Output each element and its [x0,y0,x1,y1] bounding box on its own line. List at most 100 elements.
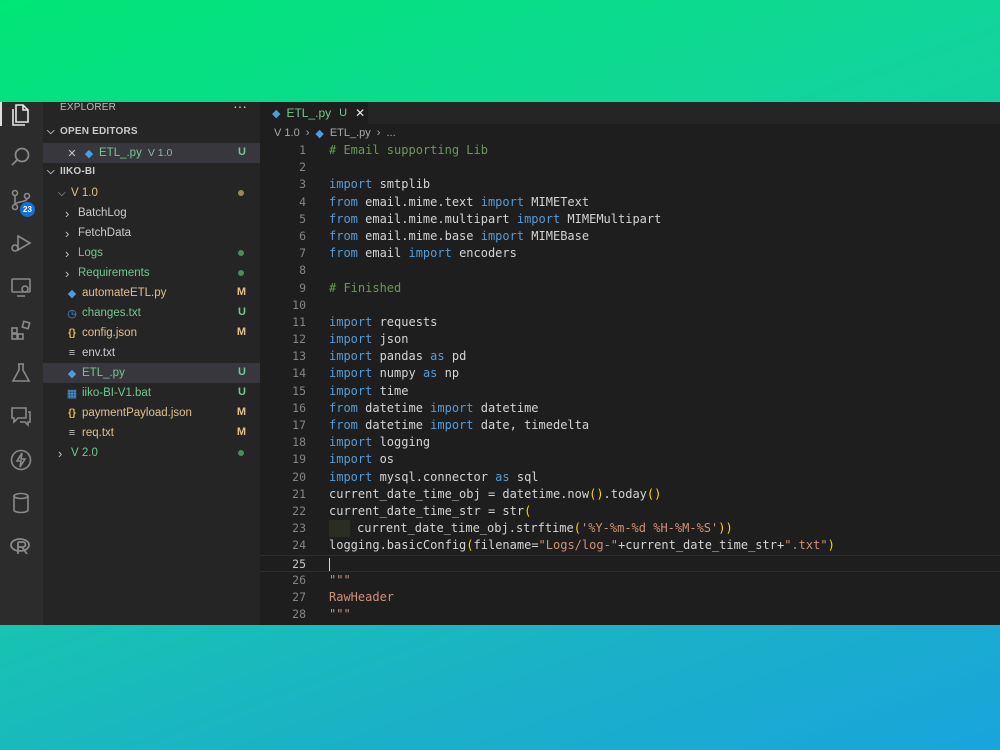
testing-icon[interactable] [8,360,34,386]
open-editor-folder: V 1.0 [147,147,173,159]
git-status: M [236,426,246,438]
tree-folder[interactable]: › Logs [43,243,260,263]
open-editor-item[interactable]: ✕ ◆ ETL_.py V 1.0 U [43,143,260,163]
line-number: 24 [292,538,306,553]
r-icon[interactable] [8,533,34,559]
breadcrumb-file[interactable]: ETL_.py [330,127,371,139]
line-number: 9 [299,280,306,295]
close-icon[interactable]: ✕ [65,147,79,160]
chevron-right-icon: › [65,205,70,221]
git-status-dot [238,190,244,196]
tree-item-label: changes.txt [82,307,141,319]
code-line: 23 current_date_time_obj.strftime('%Y-%m-… [260,520,1000,538]
code-line: 22 current_date_time_str = str( [260,503,1000,520]
tree-item-label: config.json [82,327,137,339]
tree-item-label: FetchData [78,227,132,239]
code-line: 28 """ [260,606,1000,623]
run-debug-icon[interactable] [8,230,34,256]
git-status-dot [238,450,244,456]
tree-file[interactable]: {} paymentPayload.json M [43,403,260,423]
tree-file[interactable]: ◷ changes.txt U [43,303,260,323]
tree-folder[interactable]: › Requirements [43,263,260,283]
code-text: """ [329,607,351,622]
active-indicator [0,102,2,126]
code-line: 11 import requests [260,314,1000,331]
code-line: 13 import pandas as pd [260,348,1000,365]
code-text: import numpy as np [329,366,460,381]
tab-status: U [339,107,348,119]
tree-item-label: Logs [78,247,103,259]
tree-folder[interactable]: › FetchData [43,223,260,243]
line-number: 23 [292,521,306,536]
code-line: 9 # Finished [260,280,1000,297]
code-line: 16 from datetime import datetime [260,400,1000,417]
code-text: current_date_time_obj = datetime.now().t… [329,486,662,501]
breadcrumb-symbol[interactable]: ... [386,127,395,139]
code-text: """ [329,572,351,587]
code-text: from email.mime.text import MIMEText [329,194,590,209]
chevron-down-icon: ⌵ [47,126,55,137]
code-line: 20 import mysql.connector as sql [260,469,1000,486]
open-editors-section[interactable]: ⌵ OPEN EDITORS [47,126,138,137]
tree-folder[interactable]: › V 2.0 [43,443,260,463]
code-line: 1 # Email supporting Lib [260,142,1000,159]
tree-item-label: ETL_.py [82,367,125,379]
extensions-icon[interactable] [8,317,34,343]
code-text: from email.mime.base import MIMEBase [329,228,590,243]
code-line: 3 import smtplib [260,176,1000,193]
tree-folder[interactable]: › BatchLog [43,203,260,223]
line-number: 8 [299,263,306,278]
breadcrumb-folder[interactable]: V 1.0 [274,127,300,139]
tree-item-label: V 1.0 [71,187,98,199]
tree-file[interactable]: ◆ ETL_.py U [43,363,260,383]
code-text: # Finished [329,280,402,295]
tree-file[interactable]: ▦ iiko-BI-V1.bat U [43,383,260,403]
scm-badge: 23 [20,202,35,217]
git-status: U [238,306,246,318]
code-text: import logging [329,435,431,450]
tree-item-label: BatchLog [78,207,127,219]
code-line: 4 from email.mime.text import MIMEText [260,194,1000,211]
code-text: # Email supporting Lib [329,143,488,157]
tree-item-label: V 2.0 [71,447,98,459]
code-line: 2 [260,159,1000,176]
text-file-icon: ◷ [67,307,77,320]
line-number: 13 [292,349,306,364]
code-line: 6 from email.mime.base import MIMEBase [260,228,1000,245]
explorer-menu-button[interactable]: ··· [233,102,247,114]
comments-icon[interactable] [8,403,34,429]
tab-etl[interactable]: ◆ ETL_.py U ✕ [260,102,368,124]
breadcrumb: V 1.0 › ◆ ETL_.py › ... [274,125,396,141]
workspace-section[interactable]: ⌵ IIKO-BI [47,166,95,177]
tab-label: ETL_.py [286,106,332,120]
line-number: 7 [299,246,306,261]
indent-guide [329,520,350,538]
tab-bar: ◆ ETL_.py U ✕ [260,102,1000,124]
code-text: current_date_time_obj.strftime('%Y-%m-%d… [329,520,733,538]
tree-file[interactable]: ≡ env.txt [43,343,260,363]
tree-file[interactable]: ◆ automateETL.py M [43,283,260,303]
code-line: 25 [260,554,1000,572]
chevron-down-icon: ⌵ [58,187,66,199]
tree-file[interactable]: {} config.json M [43,323,260,343]
git-status-dot [238,250,244,256]
line-number: 5 [299,211,306,226]
search-icon[interactable] [8,144,34,170]
code-text: import mysql.connector as sql [329,469,539,484]
tree-file[interactable]: ≡ req.txt M [43,423,260,443]
code-editor[interactable]: 1 # Email supporting Lib 2 3 import smtplib 4… [260,142,1000,623]
code-text: current_date_time_str = str( [329,503,532,518]
chevron-right-icon: › [65,265,70,281]
tree-item-label: Requirements [78,267,150,279]
close-icon[interactable]: ✕ [355,106,365,120]
code-text: from email import encoders [329,246,517,261]
lightning-icon[interactable] [8,447,34,473]
code-text: import time [329,383,409,398]
line-number: 14 [292,366,306,381]
remote-explorer-icon[interactable] [8,274,34,300]
tree-folder[interactable]: ⌵ V 1.0 [43,183,260,203]
vscode-window: 23 EXPLORER ··· ⌵ OPEN EDITORS ✕ ◆ ETL_.… [0,102,1000,625]
explorer-icon[interactable] [8,102,34,128]
database-icon[interactable] [8,490,34,516]
line-number: 19 [292,452,306,467]
